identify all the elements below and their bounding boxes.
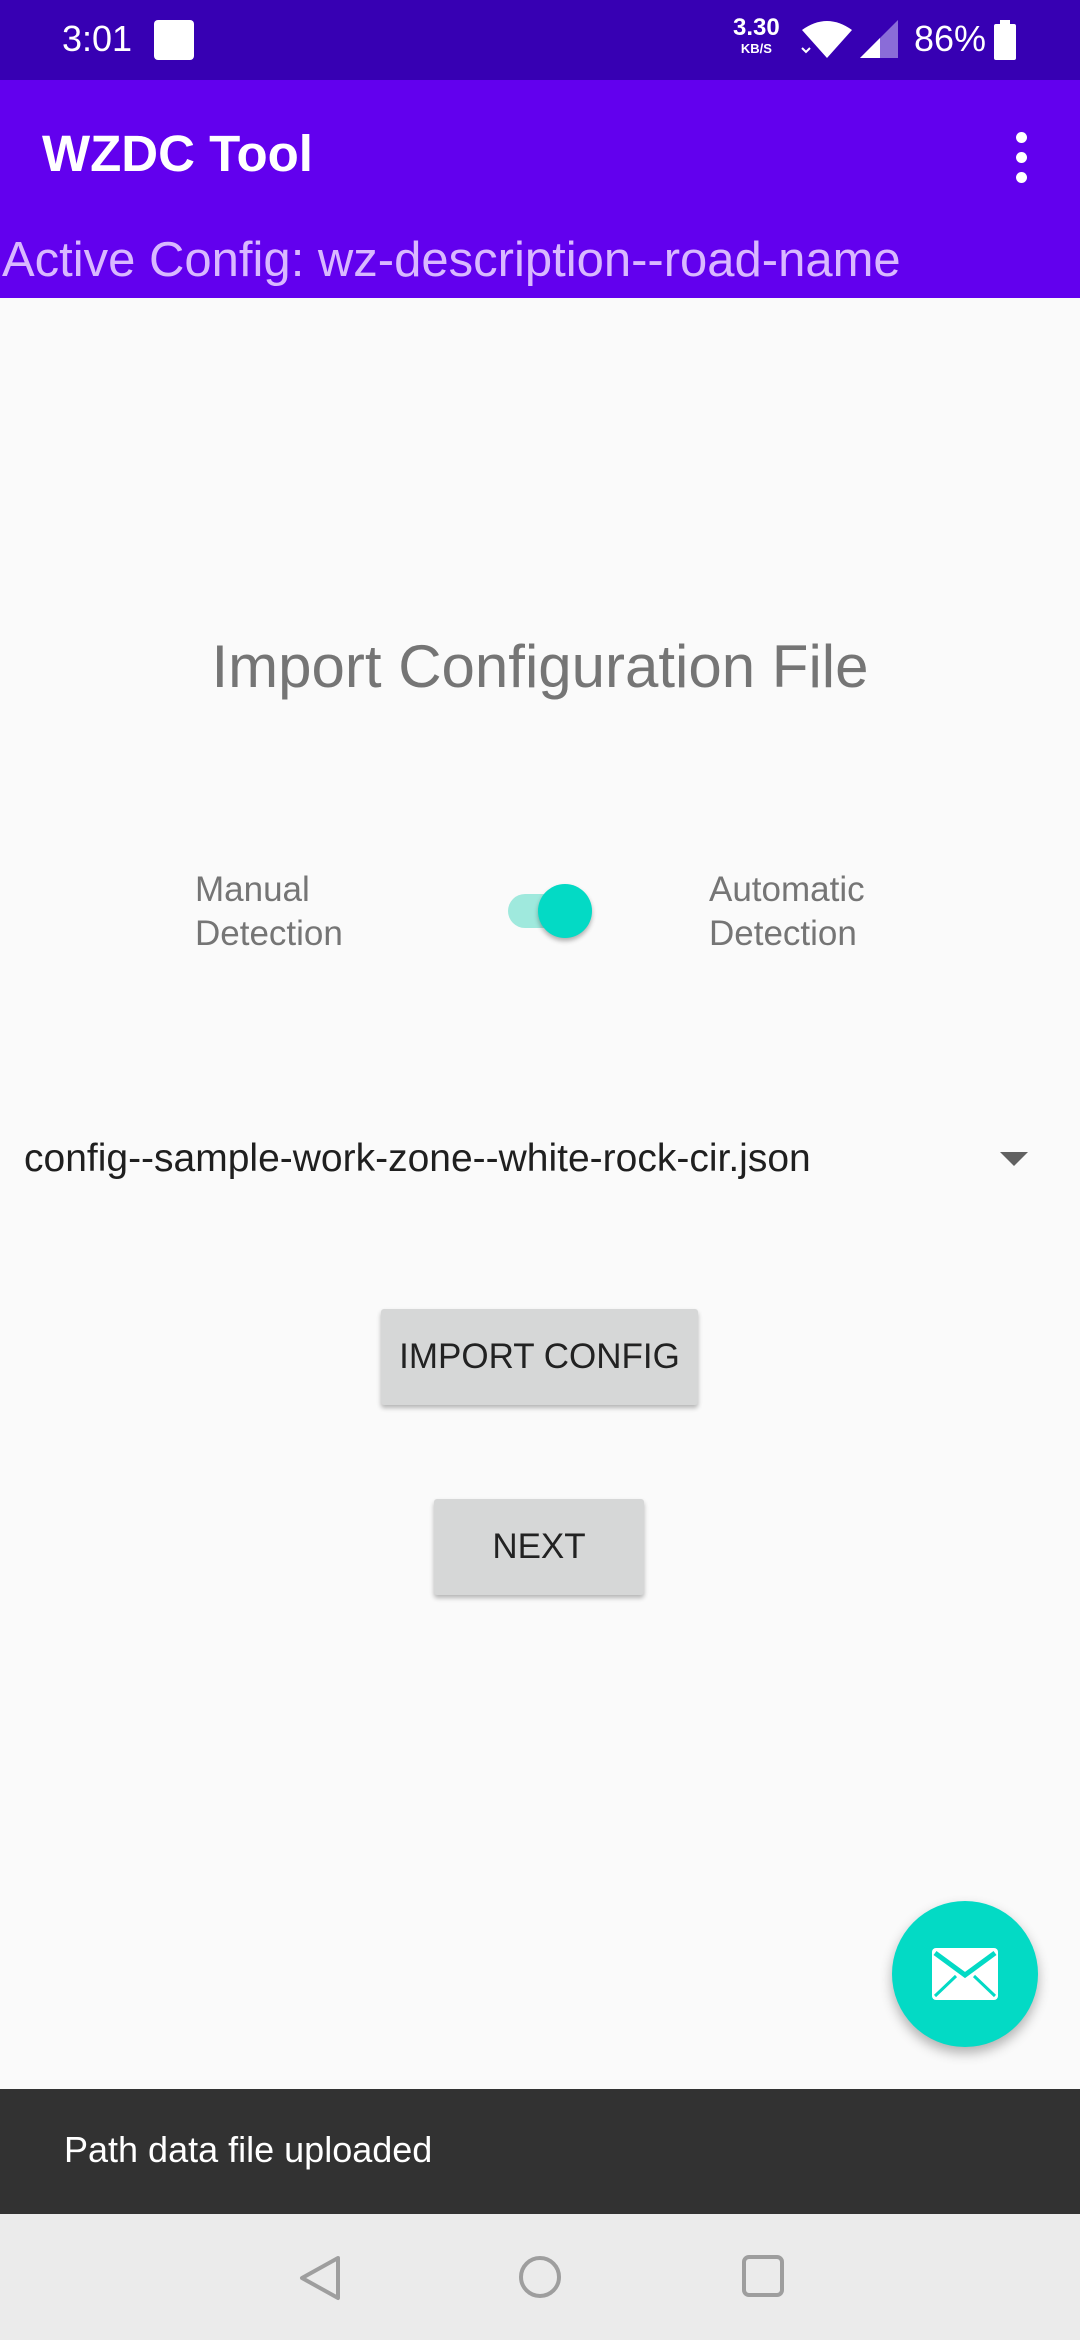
battery-icon bbox=[994, 20, 1016, 65]
network-speed-unit: KB/S bbox=[740, 41, 772, 56]
manual-label-line1: Manual bbox=[195, 870, 310, 909]
more-vert-icon[interactable] bbox=[1000, 128, 1044, 188]
spinner-selected-value: config--sample-work-zone--white-rock-cir… bbox=[24, 1137, 811, 1180]
app-title: WZDC Tool bbox=[42, 125, 313, 182]
status-bar: 3:01 3.30 KB/S 86% bbox=[0, 0, 1080, 80]
back-icon[interactable] bbox=[298, 2254, 342, 2307]
email-fab[interactable] bbox=[892, 1901, 1038, 2047]
snackbar: Path data file uploaded bbox=[0, 2089, 1080, 2214]
battery-percent: 86% bbox=[914, 18, 987, 59]
next-button[interactable]: NEXT bbox=[434, 1499, 644, 1595]
dropdown-arrow-icon bbox=[1000, 1152, 1028, 1166]
automatic-detection-label: Automatic Detection bbox=[709, 868, 865, 956]
system-nav-bar bbox=[0, 2214, 1080, 2340]
manual-label-line2: Detection bbox=[195, 914, 343, 953]
import-config-button[interactable]: IMPORT CONFIG bbox=[381, 1309, 698, 1405]
status-time: 3:01 bbox=[62, 18, 133, 59]
email-icon bbox=[932, 1948, 998, 2000]
network-speed-value: 3.30 bbox=[733, 14, 780, 41]
auto-label-line2: Detection bbox=[709, 914, 857, 953]
switch-thumb bbox=[538, 884, 592, 938]
app-bar: WZDC Tool Active Config: wz-description-… bbox=[0, 80, 1080, 298]
manual-detection-label: Manual Detection bbox=[195, 868, 343, 956]
auto-label-line1: Automatic bbox=[709, 870, 865, 909]
recents-icon[interactable] bbox=[741, 2254, 785, 2303]
wifi-icon bbox=[800, 18, 854, 65]
snackbar-message: Path data file uploaded bbox=[64, 2129, 433, 2170]
page-title: Import Configuration File bbox=[211, 633, 869, 700]
config-file-spinner[interactable]: config--sample-work-zone--white-rock-cir… bbox=[0, 1120, 1080, 1200]
detection-mode-switch[interactable] bbox=[504, 880, 594, 940]
active-config-label: Active Config: wz-description--road-name bbox=[2, 233, 901, 287]
cell-signal-icon bbox=[858, 18, 900, 65]
notification-square-icon bbox=[154, 20, 194, 60]
network-speed: 3.30 KB/S bbox=[733, 14, 780, 56]
home-icon[interactable] bbox=[517, 2254, 563, 2305]
